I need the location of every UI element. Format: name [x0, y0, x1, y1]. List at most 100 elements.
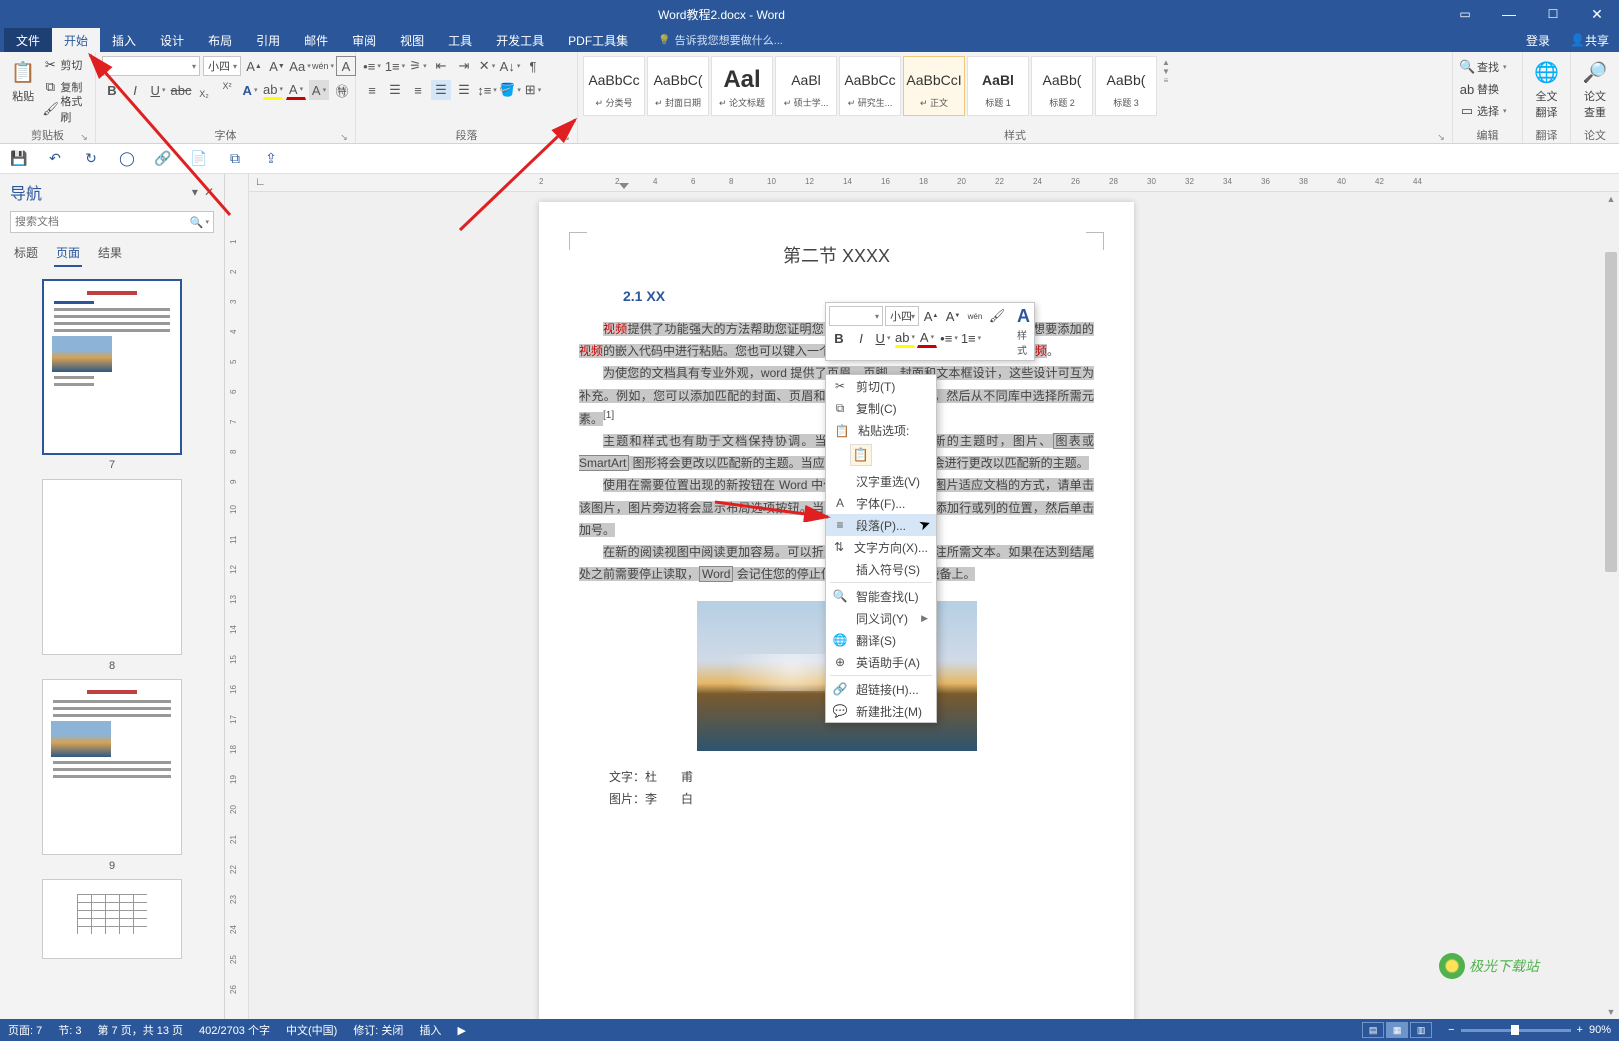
ctx-english-assistant[interactable]: ⊕英语助手(A) — [826, 651, 936, 673]
ctx-smart-lookup[interactable]: 🔍智能查找(L) — [826, 585, 936, 607]
increase-indent-button[interactable]: ⇥ — [454, 56, 474, 76]
zoom-out[interactable]: − — [1448, 1024, 1454, 1036]
bullet-list-button[interactable]: •≡ — [362, 56, 382, 76]
ctx-copy[interactable]: ⧉复制(C) — [826, 397, 936, 419]
ctx-translate[interactable]: 🌐翻译(S) — [826, 629, 936, 651]
login-link[interactable]: 登录 — [1516, 28, 1560, 52]
nav-close[interactable]: ✕ — [204, 185, 214, 199]
char-border-button[interactable]: A — [336, 56, 356, 76]
align-center-button[interactable]: ☰ — [385, 80, 405, 100]
status-word-count[interactable]: 402/2703 个字 — [199, 1022, 270, 1038]
search-icon[interactable]: 🔍 — [190, 216, 204, 229]
tab-view[interactable]: 视图 — [388, 28, 436, 52]
format-painter-button[interactable]: 🖌格式刷 — [42, 98, 91, 120]
page-thumb-8[interactable]: 8 — [42, 479, 182, 655]
view-web-layout[interactable]: ▥ — [1410, 1022, 1432, 1038]
number-list-button[interactable]: 1≡ — [385, 56, 405, 76]
nav-tab-results[interactable]: 结果 — [96, 242, 124, 267]
shading-button[interactable]: 🪣 — [500, 80, 520, 100]
distribute-button[interactable]: ☰ — [454, 80, 474, 100]
mini-styles-button[interactable]: A 样式 — [1013, 306, 1034, 357]
nav-tab-headings[interactable]: 标题 — [12, 242, 40, 267]
style-item[interactable]: AaBbC(↵ 封面日期 — [647, 56, 709, 116]
status-page-of[interactable]: 第 7 页，共 13 页 — [97, 1022, 183, 1038]
nav-tab-pages[interactable]: 页面 — [54, 242, 82, 267]
cut-button[interactable]: ✂剪切 — [42, 54, 91, 76]
ribbon-display-options-icon[interactable]: ▭ — [1443, 0, 1487, 28]
font-launcher[interactable]: ↘ — [339, 132, 349, 142]
char-shading-button[interactable]: A — [309, 80, 329, 100]
ctx-synonym[interactable]: 同义词(Y)▶ — [826, 607, 936, 629]
zoom-value[interactable]: 90% — [1589, 1024, 1611, 1036]
ctx-direction[interactable]: ⇅文字方向(X)... — [826, 536, 936, 558]
mini-font-color[interactable]: A — [917, 328, 937, 348]
tell-me-input[interactable]: 告诉我您想要做什么... — [640, 28, 783, 52]
mini-underline[interactable]: U — [873, 328, 893, 348]
select-button[interactable]: ▭选择▾ — [1459, 100, 1507, 122]
nav-search[interactable]: 🔍▾ — [10, 211, 214, 233]
mini-shrink-font[interactable]: A▼ — [943, 306, 963, 326]
page-thumb-7[interactable]: 7 — [42, 279, 182, 455]
bold-button[interactable]: B — [102, 80, 122, 100]
shrink-font-button[interactable]: A▼ — [267, 56, 287, 76]
clipboard-launcher[interactable]: ↘ — [79, 132, 89, 142]
tab-references[interactable]: 引用 — [244, 28, 292, 52]
font-size-combo[interactable]: 小四 — [203, 56, 241, 76]
font-color-button[interactable]: A — [286, 80, 306, 100]
mini-grow-font[interactable]: A▲ — [921, 306, 941, 326]
tab-home[interactable]: 开始 — [52, 28, 100, 52]
ctx-symbol[interactable]: 插入符号(S) — [826, 558, 936, 580]
borders-button[interactable]: ⊞ — [523, 80, 543, 100]
status-page[interactable]: 页面: 7 — [8, 1022, 42, 1038]
qat-undo[interactable]: ↶ — [46, 150, 64, 168]
text-effects-button[interactable]: A — [240, 80, 260, 100]
mini-italic[interactable]: I — [851, 328, 871, 348]
status-macro[interactable]: ▶ — [457, 1024, 465, 1037]
tab-insert[interactable]: 插入 — [100, 28, 148, 52]
font-name-combo[interactable] — [102, 56, 200, 76]
page-thumb-10[interactable] — [42, 879, 182, 959]
style-item[interactable]: AaBl标题 1 — [967, 56, 1029, 116]
change-case-button[interactable]: Aa — [290, 56, 310, 76]
ctx-font[interactable]: A字体(F)... — [826, 492, 936, 514]
multilevel-list-button[interactable]: ⚞ — [408, 56, 428, 76]
style-item[interactable]: AaBb(标题 2 — [1031, 56, 1093, 116]
style-item[interactable]: AaBl↵ 硕士学... — [775, 56, 837, 116]
phonetic-guide-button[interactable]: wén — [313, 56, 333, 76]
decrease-indent-button[interactable]: ⇤ — [431, 56, 451, 76]
asian-layout-button[interactable]: ✕ — [477, 56, 497, 76]
mini-numbering[interactable]: 1≡ — [961, 328, 981, 348]
highlight-button[interactable]: ab — [263, 80, 283, 100]
ctx-new-comment[interactable]: 💬新建批注(M) — [826, 700, 936, 722]
mini-bullets[interactable]: •≡ — [939, 328, 959, 348]
qat-btn7[interactable]: ⧉ — [226, 150, 244, 168]
enclose-char-button[interactable]: ㊕ — [332, 80, 352, 100]
find-button[interactable]: 🔍查找▾ — [1459, 56, 1507, 78]
strike-button[interactable]: abc — [171, 80, 191, 100]
justify-button[interactable]: ☰ — [431, 80, 451, 100]
view-print-layout[interactable]: ▦ — [1386, 1022, 1408, 1038]
show-marks-button[interactable]: ¶ — [523, 56, 543, 76]
italic-button[interactable]: I — [125, 80, 145, 100]
subscript-button[interactable]: X₂ — [194, 80, 214, 100]
nav-search-input[interactable] — [15, 216, 190, 228]
tab-review[interactable]: 审阅 — [340, 28, 388, 52]
sort-button[interactable]: A↓ — [500, 56, 520, 76]
full-translate-button[interactable]: 🌐 全文翻译 — [1527, 54, 1566, 122]
mini-format-painter[interactable]: 🖌 — [987, 306, 1007, 326]
minimize-button[interactable]: — — [1487, 0, 1531, 28]
tab-tools[interactable]: 工具 — [436, 28, 484, 52]
zoom-slider[interactable] — [1461, 1029, 1571, 1032]
styles-scroll[interactable]: ▲▼≡ — [1158, 54, 1174, 89]
style-item[interactable]: AaBbCc↵ 研究生... — [839, 56, 901, 116]
align-left-button[interactable]: ≡ — [362, 80, 382, 100]
tab-pdf[interactable]: PDF工具集 — [556, 28, 640, 52]
qat-btn4[interactable]: ◯ — [118, 150, 136, 168]
superscript-button[interactable]: X² — [217, 80, 237, 100]
nav-dropdown[interactable]: ▾ — [192, 185, 198, 199]
qat-btn6[interactable]: 📄 — [190, 150, 208, 168]
tab-design[interactable]: 设计 — [148, 28, 196, 52]
tab-devtools[interactable]: 开发工具 — [484, 28, 556, 52]
share-button[interactable]: 👤 共享 — [1560, 28, 1619, 52]
tab-selector[interactable]: ∟ — [255, 176, 266, 188]
